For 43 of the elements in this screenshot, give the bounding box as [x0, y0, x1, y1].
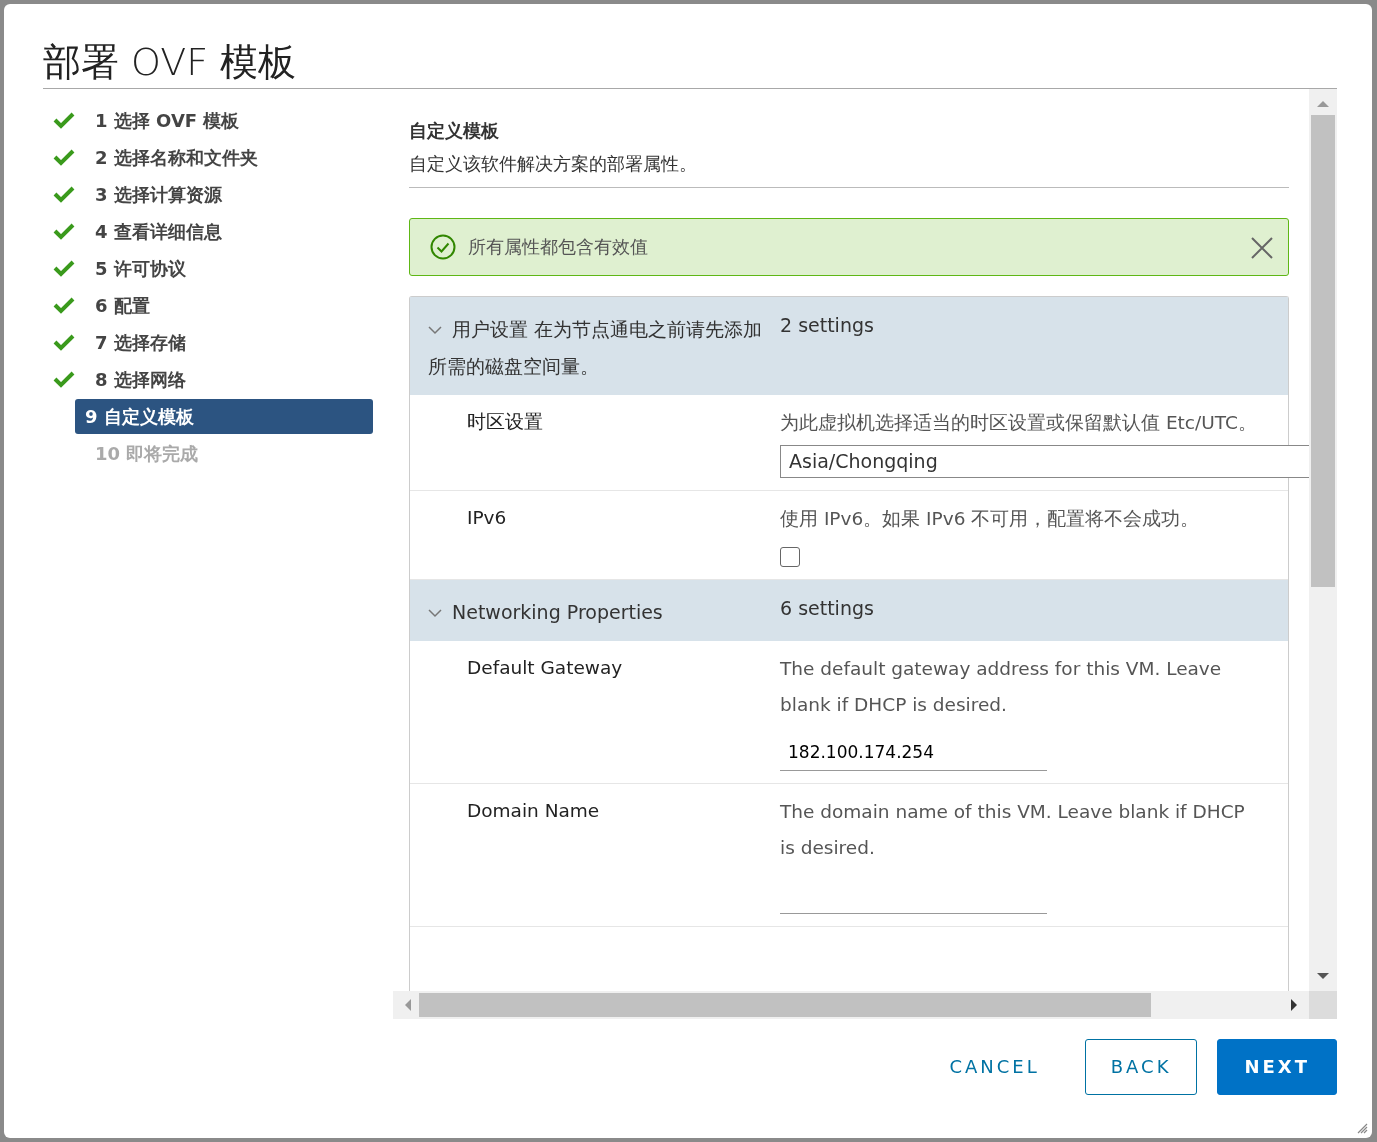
chevron-icon[interactable] — [428, 325, 442, 336]
cancel-button[interactable]: CANCEL — [924, 1038, 1065, 1095]
section-header[interactable]: Networking Properties 6 settings — [410, 579, 1288, 641]
back-button[interactable]: BACK — [1084, 1038, 1198, 1095]
step-link[interactable]: 6 配置 — [85, 287, 160, 323]
resize-grip-icon[interactable] — [1356, 1122, 1368, 1134]
step-link[interactable]: 9 自定义模板 — [75, 398, 373, 434]
step-link[interactable]: 2 选择名称和文件夹 — [85, 139, 268, 175]
page-title: 自定义模板 — [409, 118, 500, 143]
property-description: The default gateway address for this VM. Leave blank if DHCP is desired. — [780, 656, 1223, 717]
section-title: Networking Properties — [410, 593, 780, 631]
checkbox[interactable] — [780, 546, 800, 567]
scroll-down-icon[interactable] — [1316, 970, 1330, 981]
property-label: Domain Name — [466, 798, 601, 823]
settings-count: 6 settings — [780, 595, 875, 621]
step-link[interactable]: 1 选择 OVF 模板 — [85, 102, 250, 138]
section-header[interactable]: 用户设置 在为节点通电之前请先添加所需的磁盘空间量。 2 settings — [410, 296, 1288, 395]
chevron-icon[interactable] — [428, 608, 442, 619]
vertical-scrollbar[interactable] — [1309, 88, 1337, 991]
next-button[interactable]: NEXT — [1217, 1038, 1337, 1095]
property-label: Default Gateway — [466, 655, 624, 680]
property-description: 使用 IPv6。如果 IPv6 不可用，配置将不会成功。 — [780, 506, 1201, 531]
step-link[interactable]: 8 选择网络 — [85, 361, 196, 397]
step-link[interactable]: 4 查看详细信息 — [85, 213, 232, 249]
alert-message: 所有属性都包含有效值 — [468, 235, 648, 260]
property-label: IPv6 — [466, 505, 508, 530]
property-description: The domain name of this VM. Leave blank if DHCP is desired. — [780, 799, 1246, 860]
horizontal-scrollbar[interactable] — [393, 990, 1309, 1019]
settings-count: 2 settings — [780, 312, 875, 338]
step-link[interactable]: 3 选择计算资源 — [85, 176, 232, 212]
step-link[interactable]: 7 选择存储 — [85, 324, 196, 360]
dialog-title: 部署 OVF 模板 — [43, 40, 298, 86]
step-link[interactable]: 5 许可协议 — [85, 250, 196, 286]
property-label: 时区设置 — [466, 409, 544, 434]
section-title: 用户设置 在为节点通电之前请先添加所需的磁盘空间量。 — [427, 316, 764, 379]
scrollbar-corner — [1309, 990, 1337, 1019]
scroll-left-icon[interactable] — [403, 997, 413, 1012]
scroll-up-icon[interactable] — [1316, 98, 1330, 109]
scroll-right-icon[interactable] — [1289, 997, 1299, 1012]
page-subtitle: 自定义该软件解决方案的部署属性。 — [409, 149, 1289, 188]
text-field[interactable]: Asia/Chongqing — [780, 444, 1309, 478]
property-description: 为此虚拟机选择适当的时区设置或保留默认值 Etc/UTC。 — [780, 410, 1258, 435]
check-circle-icon — [430, 233, 456, 260]
